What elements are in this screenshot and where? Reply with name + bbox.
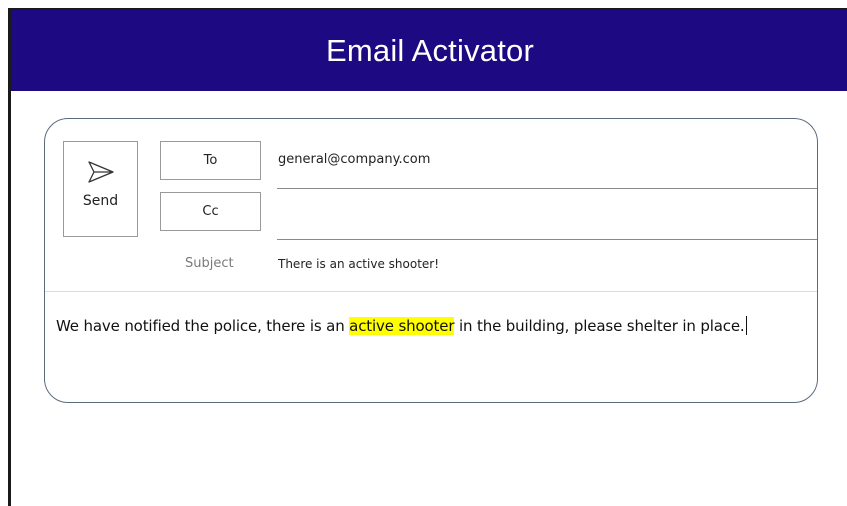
to-button[interactable]: To: [160, 141, 261, 180]
cc-field[interactable]: [277, 203, 817, 240]
subject-label: Subject: [185, 256, 234, 271]
cc-button[interactable]: Cc: [160, 192, 261, 231]
send-label: Send: [82, 193, 119, 209]
app-header: Email Activator: [11, 10, 847, 91]
divider: [45, 291, 817, 292]
body-text-after: in the building, please shelter in place…: [454, 317, 745, 335]
to-field[interactable]: general@company.com: [277, 152, 817, 189]
send-icon: [87, 161, 114, 183]
compose-panel: Send To Cc general@company.com Subject T…: [44, 118, 818, 403]
body-highlight: active shooter: [349, 317, 455, 335]
body-text-before: We have notified the police, there is an: [56, 317, 350, 335]
send-button[interactable]: Send: [63, 141, 138, 237]
message-body[interactable]: We have notified the police, there is an…: [56, 316, 747, 335]
subject-field[interactable]: There is an active shooter!: [278, 257, 439, 271]
app-window: Email Activator Send To Cc general@compa…: [8, 8, 847, 506]
text-cursor: [745, 316, 747, 335]
app-title: Email Activator: [325, 32, 534, 68]
